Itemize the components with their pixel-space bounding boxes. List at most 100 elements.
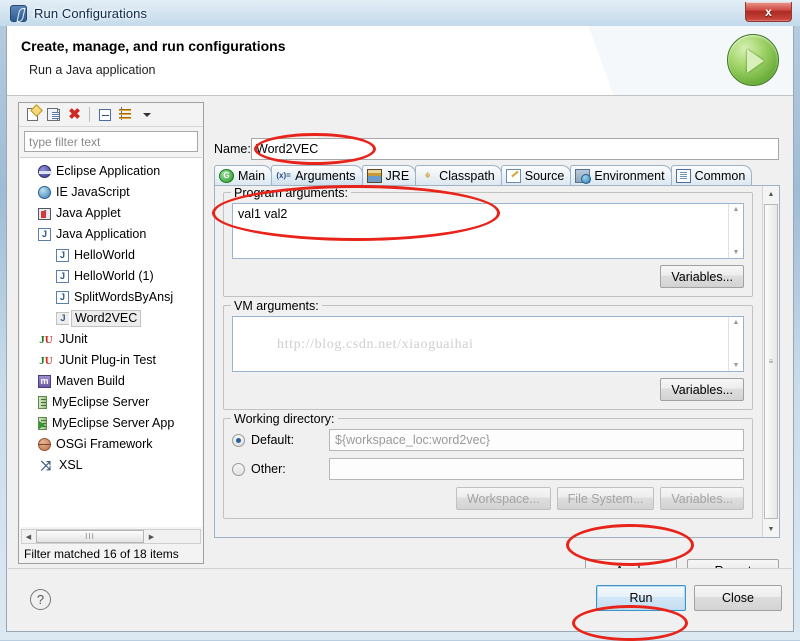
tab-label: Environment [594, 168, 665, 183]
tab-common[interactable]: Common [670, 165, 753, 185]
tree-item-label: SplitWordsByAnsj [74, 290, 174, 304]
scroll-right-arrow-icon[interactable]: ▶ [145, 530, 158, 543]
scroll-down-arrow-icon[interactable]: ▼ [763, 521, 779, 537]
tree-item-label: Java Applet [56, 206, 121, 220]
tree-item-label: Eclipse Application [56, 164, 161, 178]
duplicate-configuration-button[interactable] [43, 105, 64, 125]
name-input[interactable]: Word2VEC [251, 138, 779, 160]
scroll-up-arrow-icon[interactable]: ▲ [763, 186, 779, 202]
server-app-icon [38, 417, 47, 430]
tab-label: Arguments [295, 168, 356, 183]
environment-tab-icon [575, 168, 592, 184]
tree-item-eclipse-application[interactable]: Eclipse Application [20, 161, 202, 182]
scroll-up-arrow-icon[interactable]: ▲ [733, 206, 740, 213]
vm-arguments-label: VM arguments: [231, 299, 322, 313]
page-subtitle: Run a Java application [29, 63, 156, 77]
ie-javascript-icon [38, 186, 51, 199]
working-directory-variables-button[interactable]: Variables... [660, 487, 744, 510]
tree-hscroll-thumb[interactable]: III [36, 530, 144, 543]
tree-item-word2vec[interactable]: J Word2VEC [20, 308, 202, 329]
filter-input[interactable]: type filter text [24, 131, 198, 152]
eclipse-icon [38, 165, 52, 178]
content-vertical-scrollbar[interactable]: ▲ ≡ ▼ [762, 186, 779, 537]
filter-configurations-button[interactable] [115, 105, 136, 125]
tree-item-java-applet[interactable]: J Java Applet [20, 203, 202, 224]
tree-item-ie-javascript[interactable]: IE JavaScript [20, 182, 202, 203]
program-arguments-variables-button[interactable]: Variables... [660, 265, 744, 288]
dialog-footer: ? Run Close [8, 568, 792, 630]
tree-item-label: JUnit [59, 332, 88, 346]
vm-arguments-scrollbar[interactable]: ▲ ▼ [728, 317, 743, 371]
working-directory-label: Working directory: [231, 412, 338, 426]
program-arguments-input[interactable]: val1 val2 ▲ ▼ [232, 203, 744, 259]
working-directory-default-radio[interactable] [232, 433, 245, 447]
file-system-button[interactable]: File System... [556, 487, 655, 510]
vm-arguments-input[interactable]: http://blog.csdn.net/xiaoguaihai ▲ ▼ [232, 316, 744, 372]
scroll-up-arrow-icon[interactable]: ▲ [733, 319, 740, 326]
working-directory-other-label: Other: [251, 462, 286, 476]
vm-arguments-variables-button[interactable]: Variables... [660, 378, 744, 401]
tree-item-maven-build[interactable]: m Maven Build [20, 371, 202, 392]
tab-environment[interactable]: Environment [570, 165, 672, 185]
server-icon [38, 396, 47, 409]
tree-item-myeclipse-server-app[interactable]: MyEclipse Server App [20, 413, 202, 434]
filter-status-text: Filter matched 16 of 18 items [24, 547, 179, 561]
help-icon[interactable]: ? [30, 589, 51, 610]
source-tab-icon [505, 168, 521, 183]
tree-item-osgi-framework[interactable]: OSGi Framework [20, 434, 202, 455]
run-config-icon [10, 4, 27, 22]
tree-item-label: IE JavaScript [56, 185, 130, 199]
scroll-down-arrow-icon[interactable]: ▼ [733, 249, 740, 256]
configurations-panel: ✖ type filter text Eclipse Application IE… [18, 102, 204, 564]
new-configuration-button[interactable] [22, 105, 43, 125]
xsl-icon: ⤨ [40, 458, 52, 473]
classpath-tab-icon: ☬ [424, 171, 431, 180]
working-directory-other-radio[interactable] [232, 462, 245, 476]
arguments-tab-icon: (x)= [276, 171, 291, 180]
tree-item-java-application[interactable]: J Java Application [20, 224, 202, 245]
tab-arguments[interactable]: (x)= Arguments [271, 165, 363, 185]
scroll-left-arrow-icon[interactable]: ◀ [22, 530, 35, 543]
tree-item-helloworld[interactable]: J HelloWorld [20, 245, 202, 266]
scroll-down-arrow-icon[interactable]: ▼ [733, 362, 740, 369]
tree-item-junit-plug-in-test[interactable]: J U JUnit Plug-in Test [20, 350, 202, 371]
workspace-button[interactable]: Workspace... [455, 487, 551, 510]
close-button[interactable]: Close [694, 585, 782, 611]
window-close-button[interactable]: x [745, 2, 792, 22]
jre-tab-icon [366, 168, 382, 183]
java-application-icon: J [56, 249, 69, 262]
tree-item-splitwordsbyansj[interactable]: J SplitWordsByAnsj [20, 287, 202, 308]
java-applet-icon: J [38, 207, 51, 220]
junit-plugin-icon: JU [39, 354, 53, 367]
content-scroll-thumb[interactable]: ≡ [764, 204, 778, 519]
tree-item-xsl[interactable]: ⤨ XSL [20, 455, 202, 476]
tree-item-label: MyEclipse Server [52, 395, 150, 409]
program-arguments-group: Program arguments: val1 val2 ▲ ▼ Variabl… [223, 186, 753, 297]
collapse-all-button[interactable] [94, 105, 115, 125]
tree-item-label: JUnit Plug-in Test [59, 353, 157, 367]
java-application-icon: J [56, 312, 69, 325]
toolbar-menu-button[interactable] [136, 105, 157, 125]
tree-item-junit[interactable]: J U JUnit [20, 329, 202, 350]
tree-item-label: HelloWorld [74, 248, 135, 262]
configurations-tree[interactable]: Eclipse Application IE JavaScript J Java Ap… [20, 157, 202, 527]
tree-item-label: MyEclipse Server App [52, 416, 175, 430]
working-directory-default-input[interactable]: ${workspace_loc:word2vec} [329, 429, 744, 451]
delete-configuration-button[interactable]: ✖ [64, 105, 85, 125]
tab-classpath[interactable]: ☬ Classpath [415, 165, 502, 185]
window-titlebar: Run Configurations x [0, 0, 800, 26]
tree-toolbar: ✖ [19, 103, 203, 127]
tree-horizontal-scrollbar[interactable]: ◀ III ▶ [21, 529, 201, 544]
tree-item-helloworld-1[interactable]: J HelloWorld (1) [20, 266, 202, 287]
tree-item-label: OSGi Framework [56, 437, 153, 451]
tab-jre[interactable]: JRE [361, 165, 417, 185]
working-directory-group: Working directory: Default: ${workspace_… [223, 412, 753, 519]
page-title: Create, manage, and run configurations [21, 38, 286, 54]
tree-item-myeclipse-server[interactable]: MyEclipse Server [20, 392, 202, 413]
tab-main[interactable]: G Main [214, 165, 273, 185]
program-arguments-scrollbar[interactable]: ▲ ▼ [728, 204, 743, 258]
working-directory-other-input[interactable] [329, 458, 744, 480]
tab-source[interactable]: Source [500, 165, 572, 185]
run-button[interactable]: Run [596, 585, 686, 611]
name-label: Name: [214, 142, 251, 156]
